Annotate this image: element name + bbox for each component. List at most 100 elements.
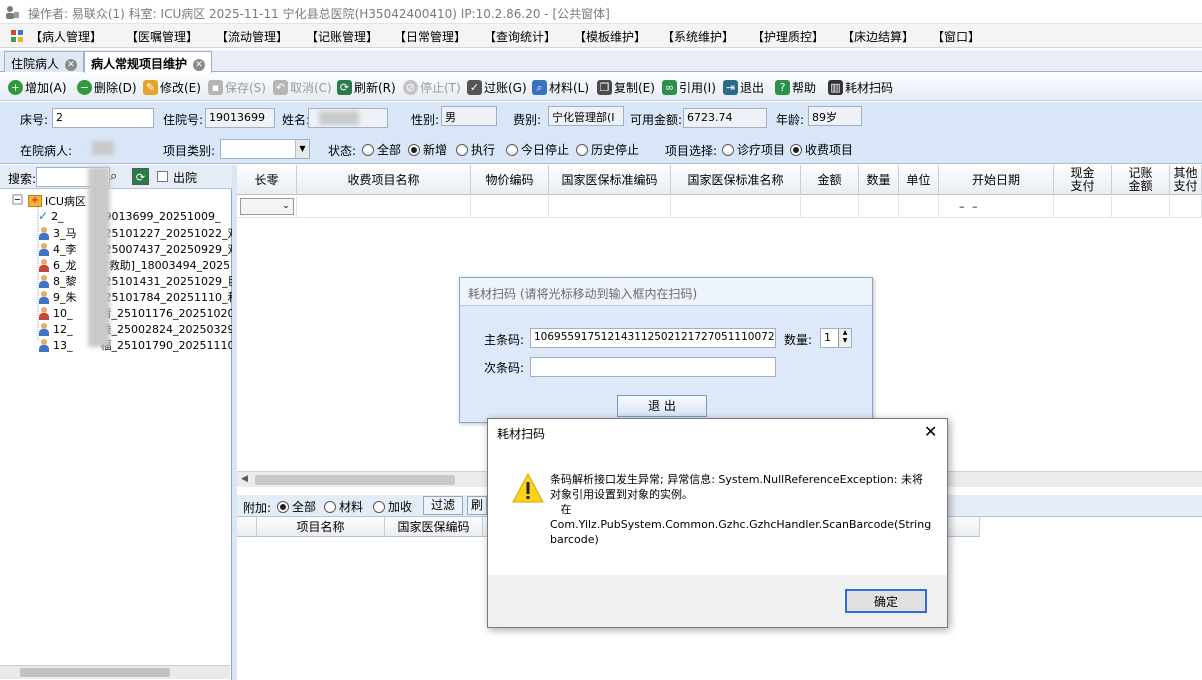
status-radio-all[interactable]: 全部 bbox=[362, 141, 401, 158]
help-button[interactable]: ? 帮助 bbox=[775, 79, 816, 96]
col-header-insurance-code[interactable]: 国家医保编码 bbox=[385, 517, 483, 537]
col-header-amount[interactable]: 金额 bbox=[801, 165, 859, 195]
close-icon[interactable]: ✕ bbox=[924, 422, 937, 441]
tree-item-patient[interactable]: 3_马 25101227_20251022_双 bbox=[38, 225, 238, 241]
copy-button[interactable]: ❐ 复制(E) bbox=[597, 79, 655, 96]
tree-item-patient[interactable]: 6_龙 [救助]_18003494_2025 bbox=[38, 257, 230, 273]
check-icon: ✓ bbox=[38, 209, 49, 223]
stop-button[interactable]: ⊘ 停止(T) bbox=[403, 79, 461, 96]
quantity-stepper[interactable]: 1 ▲ ▼ bbox=[820, 328, 852, 348]
grid-cell[interactable] bbox=[471, 196, 549, 218]
status-radio-stopped-history[interactable]: 历史停止 bbox=[576, 141, 639, 158]
item-radio-diagnosis[interactable]: 诊疗项目 bbox=[722, 141, 785, 158]
col-header-item-name[interactable]: 收费项目名称 bbox=[297, 165, 471, 195]
status-radio-new[interactable]: 新增 bbox=[408, 141, 447, 158]
grid-cell[interactable] bbox=[549, 196, 671, 218]
refresh-button[interactable]: ⟳ 刷新(R) bbox=[337, 79, 396, 96]
col-header-insurance-name[interactable]: 国家医保标准名称 bbox=[671, 165, 801, 195]
grid-cell[interactable] bbox=[671, 196, 801, 218]
menu-accounting-management[interactable]: 【记账管理】 bbox=[306, 28, 378, 45]
attach-radio-surcharge[interactable]: 加收 bbox=[373, 498, 412, 515]
post-account-button[interactable]: ✓ 过账(G) bbox=[467, 79, 527, 96]
col-header-start-date[interactable]: 开始日期 bbox=[939, 165, 1054, 195]
long-short-select[interactable]: ⌄ bbox=[237, 196, 297, 218]
menu-window[interactable]: 【窗口】 bbox=[932, 28, 980, 45]
tree-item-patient[interactable]: 12_ 雄_25002824_20250329_ bbox=[38, 321, 240, 337]
menu-patient-management[interactable]: 【病人管理】 bbox=[30, 28, 102, 45]
search-icon[interactable]: ⌕ bbox=[110, 169, 126, 185]
menu-order-management[interactable]: 【医嘱管理】 bbox=[126, 28, 198, 45]
menu-query-statistics[interactable]: 【查询统计】 bbox=[484, 28, 556, 45]
col-header-price-code[interactable]: 物价编码 bbox=[471, 165, 549, 195]
refresh-icon: ⟳ bbox=[337, 80, 352, 95]
tree-root-ward[interactable]: + ICU病区 bbox=[28, 193, 86, 209]
scroll-left-icon[interactable]: ◀ bbox=[241, 474, 248, 484]
modify-button[interactable]: ✎ 修改(E) bbox=[143, 79, 201, 96]
current-patient-label: 在院病人: bbox=[20, 144, 73, 158]
grid-cell[interactable] bbox=[1170, 196, 1202, 218]
item-radio-charge[interactable]: 收费项目 bbox=[790, 141, 853, 158]
col-header-quantity[interactable]: 数量 bbox=[859, 165, 899, 195]
grid-cell[interactable] bbox=[859, 196, 899, 218]
menu-nursing-quality[interactable]: 【护理质控】 bbox=[752, 28, 824, 45]
exit-button[interactable]: ⇥ 退出 bbox=[723, 79, 764, 96]
cite-button[interactable]: ∞ 引用(I) bbox=[662, 79, 716, 96]
sub-code-input[interactable] bbox=[530, 357, 776, 377]
chevron-down-icon[interactable]: ⌄ bbox=[279, 199, 293, 214]
col-header-account-amount[interactable]: 记账 金额 bbox=[1112, 165, 1170, 195]
menu-bedside-settlement[interactable]: 【床边结算】 bbox=[842, 28, 914, 45]
grid-cell[interactable] bbox=[1054, 196, 1112, 218]
tree-item-patient[interactable]: 13_ 福_25101790_20251110_ bbox=[38, 337, 240, 353]
inpatient-number-label: 住院号: bbox=[163, 113, 204, 127]
attach-radio-material[interactable]: 材料 bbox=[324, 498, 363, 515]
col-header-other-payment[interactable]: 其他 支付 bbox=[1170, 165, 1202, 195]
tree-item-patient[interactable]: 9_朱 25101784_20251110_和 bbox=[38, 289, 238, 305]
item-category-select[interactable]: ▼ bbox=[220, 139, 310, 159]
grid-cell[interactable] bbox=[899, 196, 939, 218]
horizontal-scrollbar[interactable] bbox=[0, 665, 230, 679]
scan-material-button[interactable]: ▥ 耗材扫码 bbox=[828, 79, 893, 96]
window-menu-icon[interactable] bbox=[10, 29, 24, 43]
tree-item-patient[interactable]: 10_ 清_25101176_20251020_ bbox=[38, 305, 240, 321]
delete-button[interactable]: − 删除(D) bbox=[77, 79, 137, 96]
grid-cell[interactable] bbox=[1112, 196, 1170, 218]
grid-cell[interactable] bbox=[801, 196, 859, 218]
ok-button[interactable]: 确定 bbox=[845, 589, 927, 613]
menu-flow-management[interactable]: 【流动管理】 bbox=[216, 28, 288, 45]
start-date-input[interactable]: – – bbox=[939, 196, 1054, 218]
material-button[interactable]: ⌕ 材料(L) bbox=[532, 79, 589, 96]
chevron-down-icon[interactable]: ▼ bbox=[295, 140, 309, 158]
menu-template-maintenance[interactable]: 【模板维护】 bbox=[574, 28, 646, 45]
col-header-item-name[interactable]: 项目名称 bbox=[257, 517, 385, 537]
col-header-unit[interactable]: 单位 bbox=[899, 165, 939, 195]
row-header-corner bbox=[237, 517, 257, 537]
status-radio-executing[interactable]: 执行 bbox=[456, 141, 495, 158]
main-code-input[interactable]: 1069559175121431125021217270511100725050… bbox=[530, 328, 776, 348]
attach-radio-all[interactable]: 全部 bbox=[277, 498, 316, 515]
menu-system-maintenance[interactable]: 【系统维护】 bbox=[662, 28, 734, 45]
filter-button[interactable]: 过滤 bbox=[423, 496, 463, 515]
scan-exit-button[interactable]: 退 出 bbox=[617, 395, 707, 417]
cancel-button[interactable]: ↶ 取消(C) bbox=[273, 79, 332, 96]
tree-item-patient[interactable]: 4_李 25007437_20250929_双 bbox=[38, 241, 238, 257]
tab-inpatients[interactable]: 住院病人 ✕ bbox=[4, 51, 85, 72]
status-radio-stopped-today[interactable]: 今日停止 bbox=[506, 141, 569, 158]
tree-item-patient[interactable]: 8_黎 25101431_20251029_巨 bbox=[38, 273, 238, 289]
menu-daily-management[interactable]: 【日常管理】 bbox=[394, 28, 466, 45]
close-icon[interactable]: ✕ bbox=[65, 58, 78, 71]
stepper-arrows-icon[interactable]: ▲ ▼ bbox=[838, 329, 851, 347]
tab-patient-routine-items[interactable]: 病人常规项目维护 ✕ bbox=[84, 51, 213, 73]
discharged-checkbox[interactable] bbox=[157, 171, 168, 182]
col-header-cash-payment[interactable]: 现金 支付 bbox=[1054, 165, 1112, 195]
grid-cell[interactable] bbox=[297, 196, 471, 218]
tree-item-patient[interactable]: ✓ 2_ 19013699_20251009_ bbox=[38, 209, 221, 223]
save-button[interactable]: ▪ 保存(S) bbox=[208, 79, 266, 96]
col-header-long-short[interactable]: 长零 bbox=[237, 165, 297, 195]
inpatient-number-field: 19013699 bbox=[205, 108, 275, 128]
bed-number-input[interactable]: 2 bbox=[52, 108, 154, 128]
col-header-insurance-code[interactable]: 国家医保标准编码 bbox=[549, 165, 671, 195]
refresh-icon[interactable]: ⟳ bbox=[132, 168, 149, 185]
add-button[interactable]: + 增加(A) bbox=[8, 79, 67, 96]
extra-button[interactable]: 刷 bbox=[467, 496, 487, 515]
close-icon[interactable]: ✕ bbox=[193, 58, 206, 71]
